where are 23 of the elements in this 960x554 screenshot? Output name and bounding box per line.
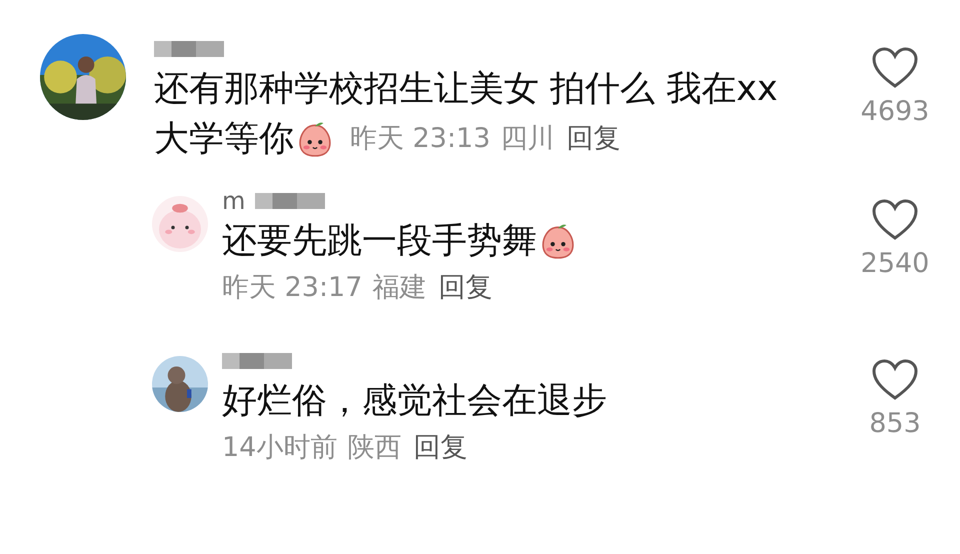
comment-time: 14小时前 <box>222 431 338 465</box>
comment-text: 还有那种学校招生让美女 拍什么 我在xx <box>154 68 778 111</box>
comment-time: 昨天 23:17 <box>222 271 362 305</box>
redaction-mark <box>255 193 326 209</box>
heart-icon[interactable] <box>871 358 919 402</box>
comment-time: 昨天 23:13 <box>350 122 490 156</box>
redaction-mark <box>154 41 224 57</box>
redaction-mark <box>222 353 292 369</box>
comment-location: 陕西 <box>347 431 402 465</box>
reply-link[interactable]: 回复 <box>566 114 620 164</box>
comment-location: 福建 <box>372 271 426 305</box>
like-count: 853 <box>869 408 921 439</box>
username[interactable]: m <box>222 187 246 215</box>
comment-location: 四川 <box>500 122 554 156</box>
like-count: 2540 <box>860 248 930 279</box>
like-count: 4693 <box>860 96 930 127</box>
reply-link[interactable]: 回复 <box>413 426 468 470</box>
heart-icon[interactable] <box>871 198 919 242</box>
comment-text: 还要先跳一段手势舞 <box>222 220 537 263</box>
heart-icon[interactable] <box>871 46 919 90</box>
comment-text: 大学等你 <box>154 118 294 161</box>
reply-link[interactable]: 回复 <box>438 266 492 310</box>
comment-text: 好烂俗，感觉社会在退步 <box>222 380 607 423</box>
